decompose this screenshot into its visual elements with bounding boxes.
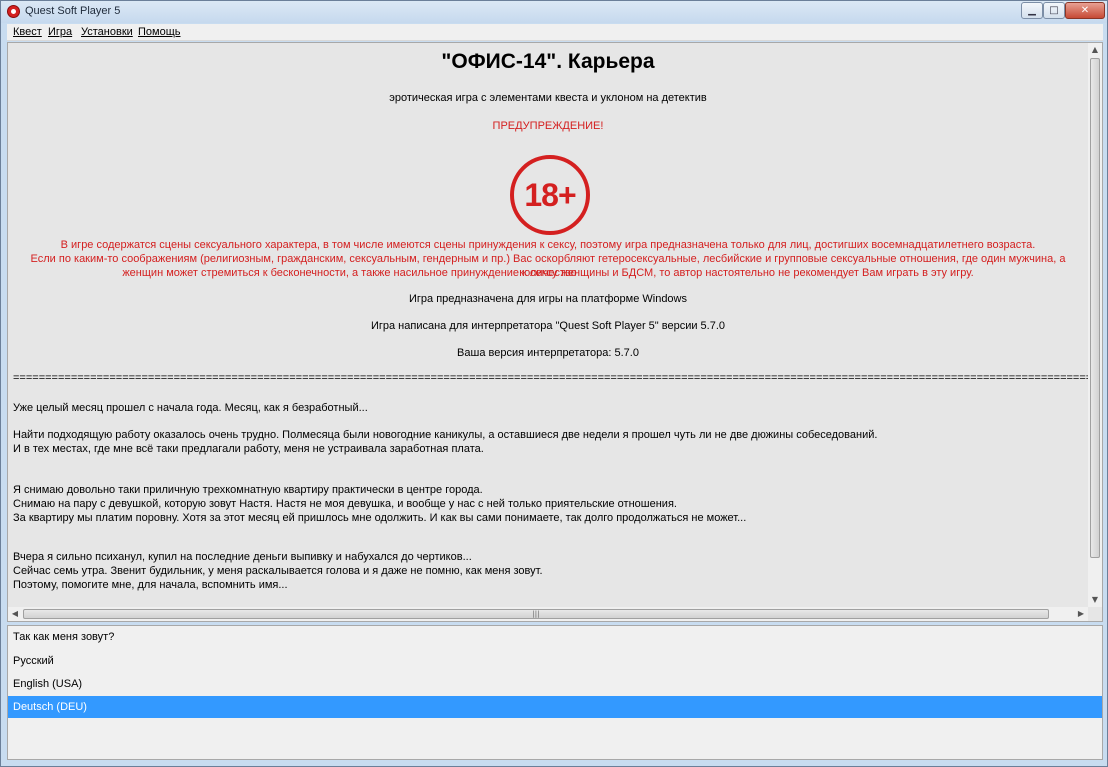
game-text-panel: "ОФИС-14". Карьера эротическая игра с эл… <box>7 42 1103 622</box>
choice-option-russian[interactable]: Русский <box>8 650 1102 672</box>
horizontal-scroll-thumb[interactable]: ||| <box>23 609 1049 619</box>
warning-heading: ПРЕДУПРЕЖДЕНИЕ! <box>492 120 604 132</box>
story-line: Вчера я сильно психанул, купил на послед… <box>13 551 472 563</box>
menu-bar: Квест Игра Установки Помощь <box>7 24 1103 41</box>
close-button[interactable]: ✕ <box>1065 2 1105 19</box>
age-rating-badge: 18+ <box>510 155 590 235</box>
game-subtitle: эротическая игра с элементами квеста и у… <box>389 92 707 104</box>
story-line: Я снимаю довольно таки приличную трехком… <box>13 484 483 496</box>
menu-quest[interactable]: Квест <box>13 26 42 38</box>
choice-option-english[interactable]: English (USA) <box>8 673 1102 695</box>
story-line: Снимаю на пару с девушкой, которую зовут… <box>13 498 677 510</box>
story-line: Сейчас семь утра. Звенит будильник, у ме… <box>13 565 543 577</box>
menu-settings[interactable]: Установки <box>81 26 133 38</box>
window-title: Quest Soft Player 5 <box>25 5 121 17</box>
scroll-down-icon[interactable]: ▼ <box>1088 593 1102 607</box>
warning-line: женщин может стремиться к бесконечности,… <box>122 267 974 279</box>
scroll-left-icon[interactable]: ◀ <box>8 607 22 621</box>
title-bar[interactable]: Quest Soft Player 5 ▁ □ ✕ <box>1 1 1107 23</box>
choice-panel: Так как меня зовут? Русский English (USA… <box>7 625 1103 760</box>
game-text-area: "ОФИС-14". Карьера эротическая игра с эл… <box>8 43 1088 607</box>
choice-option-german-selected[interactable]: Deutsch (DEU) <box>8 696 1102 718</box>
minimize-button[interactable]: ▁ <box>1021 2 1043 19</box>
story-line: За квартиру мы платим поровну. Хотя за э… <box>13 512 747 524</box>
vertical-scroll-thumb[interactable] <box>1090 58 1100 558</box>
story-line: Найти подходящую работу оказалось очень … <box>13 429 878 441</box>
scroll-up-icon[interactable]: ▲ <box>1088 43 1102 57</box>
app-window: Quest Soft Player 5 ▁ □ ✕ Квест Игра Уст… <box>0 0 1108 767</box>
choice-prompt: Так как меня зовут? <box>13 631 115 643</box>
story-line: Поэтому, помогите мне, для начала, вспом… <box>13 579 288 591</box>
horizontal-scrollbar[interactable]: ◀ ||| ▶ <box>8 607 1088 621</box>
interpreter-required-info: Игра написана для интерпретатора "Quest … <box>370 320 726 332</box>
menu-help[interactable]: Помощь <box>138 26 181 38</box>
vertical-scrollbar[interactable]: ▲ ▼ <box>1088 43 1102 607</box>
warning-line: В игре содержатся сцены сексуального хар… <box>60 239 1036 251</box>
platform-info: Игра предназначена для игры на платформе… <box>408 293 687 305</box>
game-title: "ОФИС-14". Карьера <box>441 50 655 73</box>
app-icon <box>7 5 20 18</box>
maximize-button[interactable]: □ <box>1043 2 1065 19</box>
story-line: И в тех местах, где мне всё таки предлаг… <box>13 443 484 455</box>
separator-line: ========================================… <box>13 372 1088 384</box>
scroll-right-icon[interactable]: ▶ <box>1074 607 1088 621</box>
menu-game[interactable]: Игра <box>48 26 72 38</box>
story-line: Уже целый месяц прошел с начала года. Ме… <box>13 402 368 414</box>
interpreter-version-info: Ваша версия интерпретатора: 5.7.0 <box>457 347 639 359</box>
